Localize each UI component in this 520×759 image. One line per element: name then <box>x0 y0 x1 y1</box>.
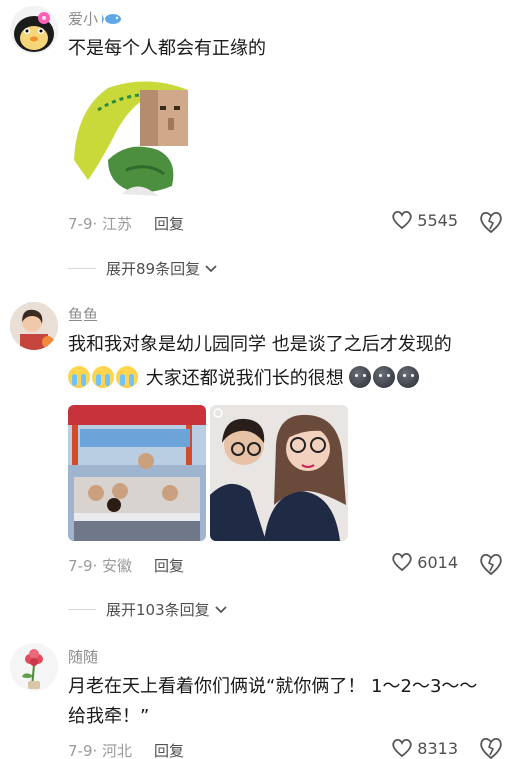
expand-replies-button[interactable]: 展开89条回复 <box>68 258 218 279</box>
crying-emoji-icon <box>68 366 90 388</box>
like-button[interactable]: 8313 <box>391 738 458 758</box>
avatar[interactable] <box>10 302 58 350</box>
heart-outline-icon <box>392 552 413 572</box>
couple-photo-image <box>210 405 348 541</box>
comment-text: 不是每个人都会有正缘的 <box>68 38 266 59</box>
comment-text: 月老在天上看着你们俩说“就你俩了！ 1～2～3～～ 给我牵！” <box>68 672 510 732</box>
reply-button[interactable]: 回复 <box>154 742 184 759</box>
comment-text: 我和我对象是幼儿园同学 也是谈了之后才发现的 大家还都说我们长的很想 <box>68 330 510 394</box>
comment-photo-1[interactable] <box>68 405 206 541</box>
crying-emoji-icon <box>116 366 138 388</box>
dark-face-emoji-icon <box>349 366 372 388</box>
like-button[interactable]: 5545 <box>391 210 458 230</box>
comment-photo-2[interactable] <box>210 405 348 541</box>
flower-avatar-icon <box>10 643 58 691</box>
comment-date-location: 7-9· 河北 <box>68 742 133 759</box>
broken-heart-icon[interactable] <box>478 736 504 759</box>
comment-date-location: 7-9· 江苏 <box>68 215 133 233</box>
comment-text-line-2: 大家还都说我们长的很想 <box>68 364 510 394</box>
avatar[interactable] <box>10 6 58 54</box>
comment-meta: 7-9· 江苏 回复 <box>68 213 184 234</box>
girl-avatar-icon <box>10 302 58 350</box>
dark-face-emoji-icon <box>373 366 396 388</box>
like-count: 5545 <box>417 210 458 230</box>
heart-outline-icon <box>392 738 413 758</box>
comment-date-location: 7-9· 安徽 <box>68 557 133 575</box>
comment-text-line-2: 给我牵！” <box>68 706 150 727</box>
penguin-avatar-icon <box>14 12 54 52</box>
broken-heart-icon[interactable] <box>478 210 504 234</box>
comment-image[interactable] <box>68 70 202 204</box>
like-count: 6014 <box>417 552 458 572</box>
dark-face-emoji-icon <box>397 366 420 388</box>
username[interactable]: 随随 <box>68 646 98 667</box>
fish-badge-icon <box>102 13 122 24</box>
divider-line <box>68 609 96 610</box>
reply-button[interactable]: 回复 <box>154 557 184 575</box>
like-button[interactable]: 6014 <box>391 552 458 572</box>
comment-meta: 7-9· 安徽 回复 <box>68 555 184 576</box>
comment-text-line-1: 我和我对象是幼儿园同学 也是谈了之后才发现的 <box>68 334 452 355</box>
like-count: 8313 <box>417 738 458 758</box>
class-photo-image <box>68 405 206 541</box>
divider-line <box>68 268 96 269</box>
comment-text-line-1: 月老在天上看着你们俩说“就你俩了！ 1～2～3～～ <box>68 676 478 697</box>
heart-outline-icon <box>392 210 413 230</box>
broken-heart-icon[interactable] <box>478 552 504 576</box>
reply-button[interactable]: 回复 <box>154 215 184 233</box>
expand-replies-button[interactable]: 展开103条回复 <box>68 599 228 620</box>
comment-meta: 7-9· 河北 回复 <box>68 740 184 759</box>
crying-emoji-icon <box>92 366 114 388</box>
sticker-image <box>74 81 188 196</box>
username[interactable]: 爱小 <box>68 8 124 29</box>
chevron-down-icon <box>215 605 227 613</box>
avatar[interactable] <box>10 643 58 691</box>
chevron-down-icon <box>205 264 217 272</box>
username[interactable]: 鱼鱼 <box>68 304 98 325</box>
